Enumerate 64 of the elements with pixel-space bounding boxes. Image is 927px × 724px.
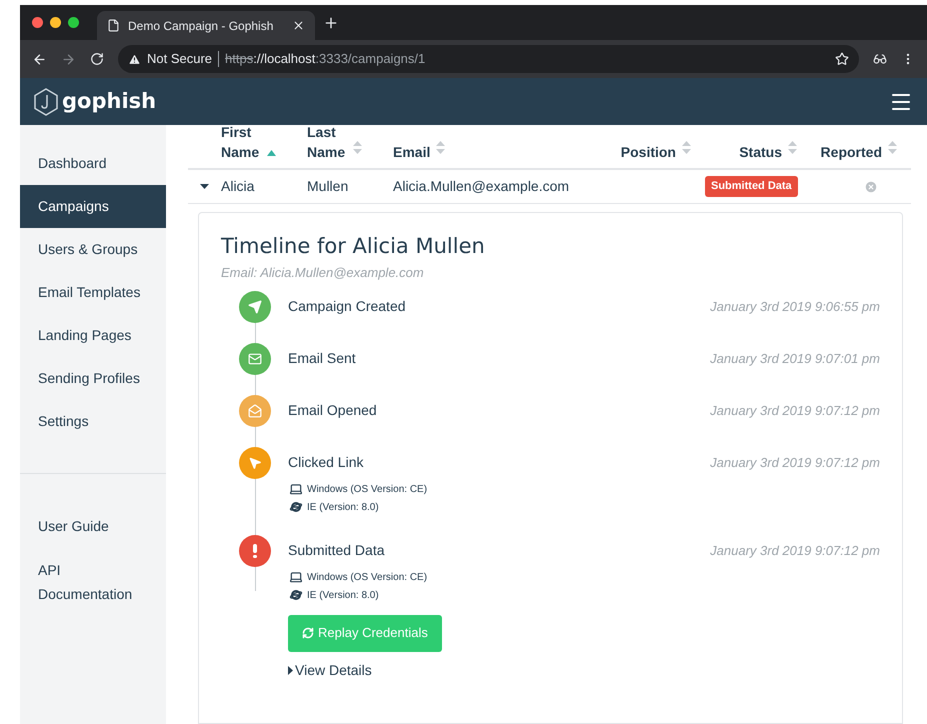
- event-time: January 3rd 2019 9:06:55 pm: [710, 298, 880, 316]
- caret-right-icon: [288, 666, 293, 674]
- close-tab-icon[interactable]: [292, 19, 305, 32]
- event-detail: IE (Version: 8.0): [307, 500, 379, 514]
- sidebar-item[interactable]: Landing Pages: [20, 314, 166, 357]
- view-details-toggle[interactable]: View Details: [288, 660, 372, 680]
- table-cell-text: Alicia.Mullen@example.com: [393, 177, 570, 196]
- sidebar-item[interactable]: Email Templates: [20, 271, 166, 314]
- envelope-icon: [248, 352, 262, 366]
- exclamation-icon: [253, 544, 257, 558]
- open-envelope-icon: [248, 404, 262, 418]
- event-label: Email Opened: [288, 401, 377, 420]
- browser-tab[interactable]: Demo Campaign - Gophish: [97, 11, 315, 40]
- incognito-icon[interactable]: [873, 52, 887, 66]
- sidebar-item[interactable]: Settings: [20, 400, 166, 443]
- page-icon: [107, 19, 120, 32]
- event-time: January 3rd 2019 9:07:12 pm: [710, 542, 880, 560]
- sidebar-link[interactable]: API Documentation: [20, 548, 160, 616]
- sidebar-item[interactable]: Campaigns: [20, 185, 166, 228]
- column-header[interactable]: Email: [393, 142, 430, 162]
- forward-icon[interactable]: [61, 52, 76, 66]
- event-label: Campaign Created: [288, 297, 406, 316]
- event-label: Clicked Link: [288, 453, 364, 472]
- logo-icon: [34, 88, 58, 116]
- column-header[interactable]: Position: [620, 142, 676, 162]
- close-window-icon[interactable]: [32, 17, 43, 28]
- sidebar-item[interactable]: Users & Groups: [20, 228, 166, 271]
- sidebar-item[interactable]: Dashboard: [20, 142, 166, 185]
- address-field[interactable]: Not Secure https://localhost:3333/campaigns/1: [118, 45, 859, 73]
- security-label: Not Secure: [147, 50, 212, 68]
- event-label: Submitted Data: [288, 541, 384, 560]
- event-time: January 3rd 2019 9:07:01 pm: [710, 350, 880, 368]
- caret-down-icon[interactable]: [200, 182, 209, 191]
- event-detail: Windows (OS Version: CE): [307, 482, 428, 496]
- column-header[interactable]: Status: [739, 142, 782, 162]
- refresh-icon: [302, 627, 314, 639]
- column-header[interactable]: Last Name: [307, 122, 347, 162]
- table-cell-text: Mullen: [307, 177, 350, 196]
- url-text: https://localhost:3333/campaigns/1: [225, 50, 426, 68]
- back-icon[interactable]: [32, 52, 47, 66]
- event-detail: IE (Version: 8.0): [307, 588, 379, 602]
- timeline-subtitle: Email: Alicia.Mullen@example.com: [221, 264, 425, 282]
- warning-icon: [128, 52, 141, 66]
- sidebar-link[interactable]: User Guide: [20, 504, 160, 548]
- bookmark-star-icon[interactable]: [835, 52, 849, 66]
- column-header[interactable]: First Name: [221, 122, 261, 162]
- column-header[interactable]: Reported: [820, 142, 882, 162]
- table-cell-text: Alicia: [221, 177, 256, 196]
- reload-icon[interactable]: [90, 52, 104, 66]
- pointer-icon: [248, 456, 262, 470]
- new-tab-icon[interactable]: [323, 14, 339, 30]
- event-detail: Windows (OS Version: CE): [307, 570, 428, 584]
- sort-ascending-icon[interactable]: [267, 150, 276, 156]
- event-label: Email Sent: [288, 349, 356, 368]
- maximize-window-icon[interactable]: [68, 17, 79, 28]
- laptop-icon: [288, 482, 304, 496]
- event-time: January 3rd 2019 9:07:12 pm: [710, 454, 880, 472]
- event-time: January 3rd 2019 9:07:12 pm: [710, 402, 880, 420]
- logo-text[interactable]: gophish: [62, 86, 156, 118]
- laptop-icon: [288, 570, 304, 584]
- sidebar-item[interactable]: Sending Profiles: [20, 357, 166, 400]
- timeline-title: Timeline for Alicia Mullen: [221, 233, 486, 260]
- minimize-window-icon[interactable]: [50, 17, 61, 28]
- status-badge: Submitted Data: [705, 176, 798, 197]
